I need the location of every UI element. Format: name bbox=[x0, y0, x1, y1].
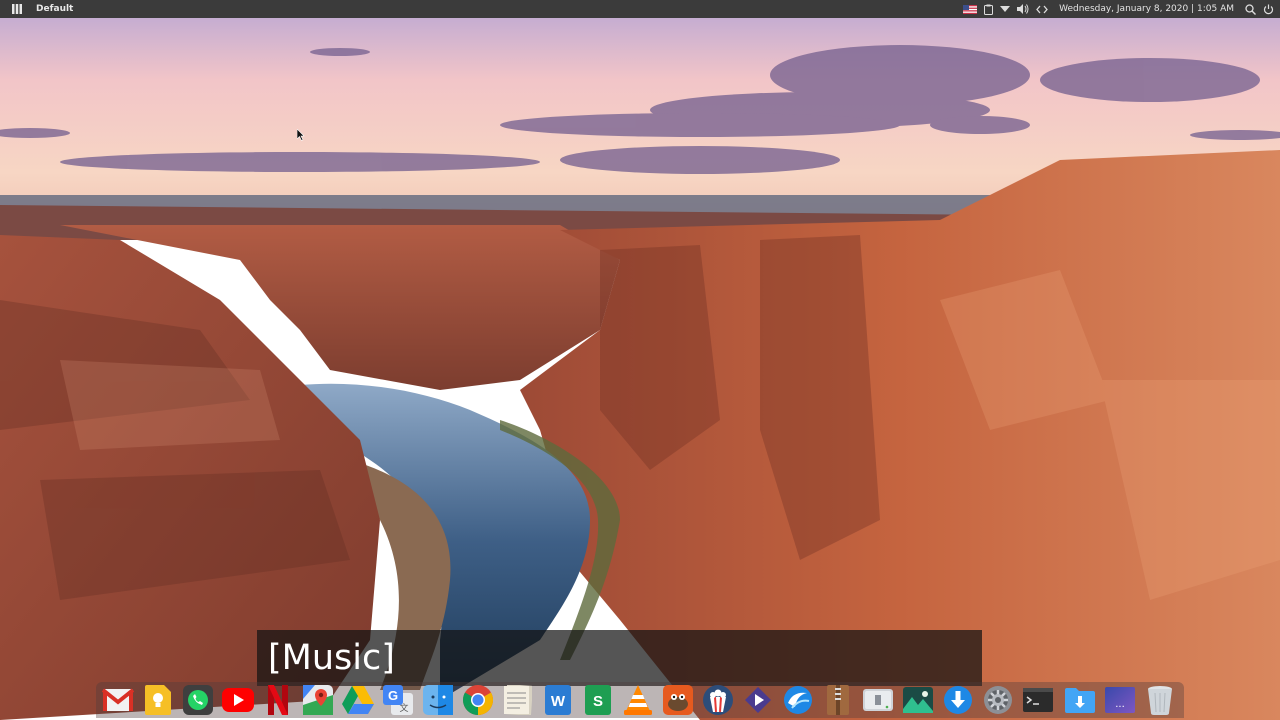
dock-item-drive[interactable] bbox=[342, 684, 374, 716]
clipboard-icon[interactable] bbox=[984, 4, 994, 15]
power-icon[interactable] bbox=[1263, 4, 1274, 15]
gimp-icon bbox=[663, 685, 693, 715]
keep-icon bbox=[145, 685, 171, 715]
workspaces-icon: ... bbox=[1105, 687, 1135, 713]
svg-text:文: 文 bbox=[399, 702, 408, 714]
svg-text:...: ... bbox=[1115, 699, 1125, 710]
code-icon[interactable] bbox=[1036, 5, 1048, 14]
word-icon: W bbox=[545, 685, 571, 715]
dock-item-settings[interactable] bbox=[982, 684, 1014, 716]
dock-item-sheets[interactable]: S bbox=[582, 684, 614, 716]
dock-item-trash[interactable] bbox=[1144, 684, 1176, 716]
top-panel: Default Wednesday, January 8, 2020 | 1:0… bbox=[0, 0, 1280, 18]
search-icon[interactable] bbox=[1245, 3, 1256, 15]
browser-icon bbox=[784, 686, 812, 714]
svg-text:G: G bbox=[388, 688, 398, 703]
dock-item-keep[interactable] bbox=[142, 684, 174, 716]
system-tray: Wednesday, January 8, 2020 | 1:05 AM bbox=[963, 0, 1274, 18]
dock-item-photos[interactable] bbox=[902, 684, 934, 716]
volume-icon[interactable] bbox=[1017, 4, 1029, 14]
dock-item-kdenlive[interactable] bbox=[742, 684, 774, 716]
dock-item-translate[interactable]: G 文 bbox=[382, 684, 414, 716]
popcorn-icon bbox=[703, 685, 733, 715]
dock-item-gimp[interactable] bbox=[662, 684, 694, 716]
notes-icon bbox=[504, 685, 532, 715]
dock-item-downloader[interactable] bbox=[942, 684, 974, 716]
archive-icon bbox=[827, 685, 849, 715]
chrome-icon bbox=[463, 685, 493, 715]
network-icon[interactable] bbox=[1000, 5, 1011, 13]
dock-item-terminal[interactable] bbox=[1022, 684, 1054, 716]
dock-item-browser[interactable] bbox=[782, 684, 814, 716]
dock-item-whatsapp[interactable] bbox=[182, 684, 214, 716]
clock[interactable]: Wednesday, January 8, 2020 | 1:05 AM bbox=[1059, 4, 1234, 14]
us-flag-icon[interactable] bbox=[963, 4, 978, 14]
applications-menu-button[interactable] bbox=[6, 0, 28, 18]
dock-item-popcorn[interactable] bbox=[702, 684, 734, 716]
dock-item-notes[interactable] bbox=[502, 684, 534, 716]
caption-text: [Music] bbox=[268, 638, 395, 678]
vlc-icon bbox=[624, 685, 652, 715]
youtube-icon bbox=[222, 688, 254, 712]
sheets-icon: S bbox=[585, 685, 611, 715]
desktop-wallpaper bbox=[0, 0, 1280, 720]
dock-item-gmail[interactable] bbox=[102, 684, 134, 716]
mouse-cursor-icon bbox=[297, 129, 305, 141]
whatsapp-icon bbox=[183, 685, 213, 715]
video-caption: [Music] bbox=[257, 630, 982, 686]
dock-item-workspaces[interactable]: ... bbox=[1104, 684, 1136, 716]
workspace-label[interactable]: Default bbox=[36, 4, 73, 14]
svg-text:W: W bbox=[551, 693, 566, 710]
dock-item-finder[interactable] bbox=[422, 684, 454, 716]
usb-icon bbox=[863, 689, 893, 711]
dock-item-netflix[interactable] bbox=[262, 684, 294, 716]
svg-text:S: S bbox=[593, 693, 603, 710]
netflix-icon bbox=[268, 685, 288, 715]
settings-icon bbox=[984, 686, 1012, 714]
finder-icon bbox=[423, 685, 453, 715]
terminal-icon bbox=[1023, 688, 1053, 712]
dock-item-archive[interactable] bbox=[822, 684, 854, 716]
dock-item-downloads-folder[interactable] bbox=[1064, 684, 1096, 716]
drive-icon bbox=[342, 686, 374, 714]
dock-item-maps[interactable] bbox=[302, 684, 334, 716]
downloads-folder-icon bbox=[1065, 688, 1095, 713]
dock-item-youtube[interactable] bbox=[222, 684, 254, 716]
dock-item-usb[interactable] bbox=[862, 684, 894, 716]
trash-icon bbox=[1148, 686, 1172, 715]
dock-item-vlc[interactable] bbox=[622, 684, 654, 716]
kdenlive-icon bbox=[745, 687, 771, 713]
downloader-icon bbox=[944, 686, 972, 714]
app-grid-icon bbox=[12, 4, 22, 14]
photos-icon bbox=[903, 687, 933, 713]
gmail-icon bbox=[102, 688, 134, 711]
dock-item-chrome[interactable] bbox=[462, 684, 494, 716]
dock-item-word[interactable]: W bbox=[542, 684, 574, 716]
translate-icon: G 文 bbox=[383, 685, 413, 715]
maps-icon bbox=[303, 685, 333, 715]
